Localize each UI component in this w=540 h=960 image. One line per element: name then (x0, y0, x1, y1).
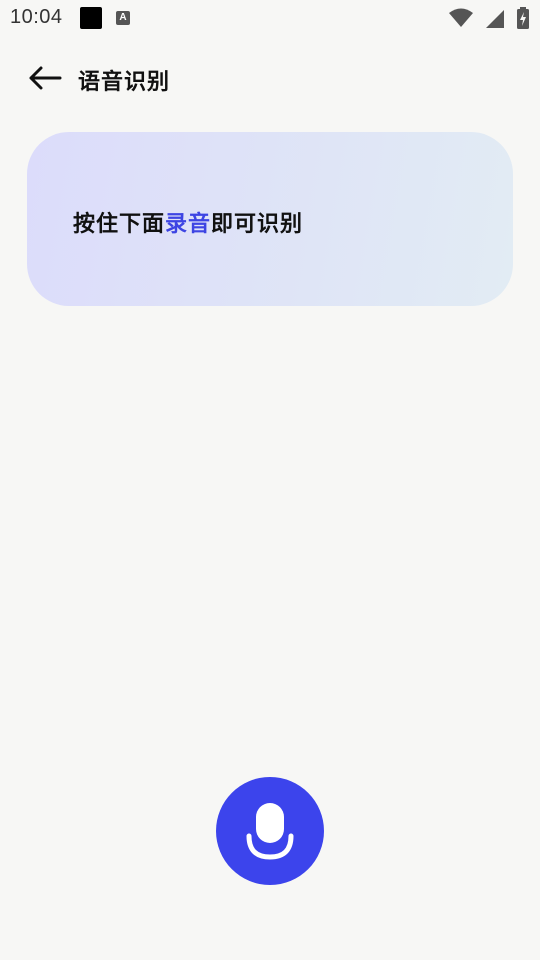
hint-text-before: 按住下面 (73, 212, 166, 237)
status-bar: 10:04 A (0, 0, 540, 36)
wifi-icon (449, 8, 473, 27)
status-time: 10:04 (10, 6, 63, 28)
page-title: 语音识别 (78, 70, 171, 95)
app-bar: 语音识别 (0, 52, 540, 104)
microphone-icon (246, 803, 294, 860)
hint-card: 按住下面录音即可识别 (27, 132, 513, 306)
record-button[interactable] (216, 777, 324, 885)
hint-text-highlight: 录音 (165, 212, 212, 237)
hint-text: 按住下面录音即可识别 (73, 206, 303, 238)
cellular-signal-icon (486, 10, 504, 28)
hint-text-after: 即可识别 (211, 212, 304, 237)
a-badge-icon: A (116, 11, 130, 25)
black-square-icon (80, 7, 102, 29)
arrow-left-icon (29, 66, 62, 90)
battery-charging-icon (517, 7, 529, 29)
back-button[interactable] (22, 60, 66, 96)
voice-recognition-screen: 10:04 A 语音识别 按住下面录音即可识别 (0, 0, 540, 960)
